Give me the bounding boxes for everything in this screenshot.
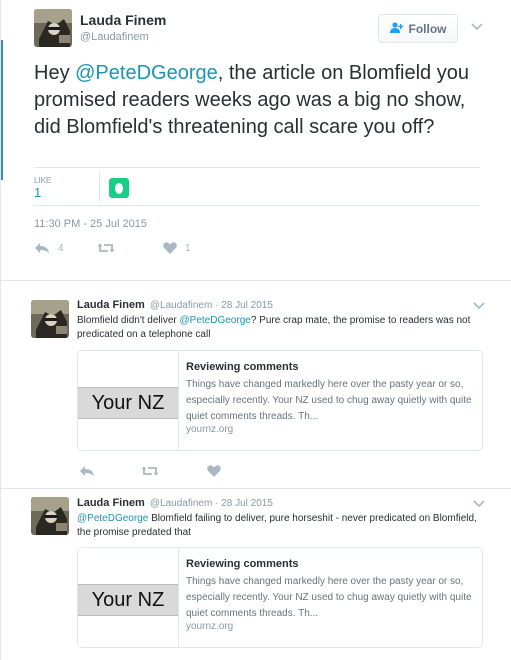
like-count: 1 [185, 242, 191, 254]
heart-icon [163, 242, 177, 254]
avatar[interactable] [34, 9, 72, 47]
tweet-actions: 4 1 [34, 242, 191, 254]
follow-label: Follow [408, 21, 447, 36]
reply-icon [34, 242, 50, 254]
card-title: Reviewing comments [186, 361, 299, 373]
chevron-down-icon[interactable] [473, 299, 485, 313]
reply-text-pre: Blomfield didn't deliver [77, 315, 180, 326]
mention-link[interactable]: @PeteDGeorge [75, 62, 218, 84]
reply-actions [79, 465, 221, 477]
tweet-thread: Lauda Finem @Laudafinem Follow Hey @Pete… [0, 0, 511, 660]
reply-text: @PeteDGeorge Blomfield failing to delive… [77, 512, 477, 540]
reply-meta: @Laudafinem · 28 Jul 2015 [149, 498, 273, 509]
reply-author-name: Lauda Finem [77, 497, 145, 509]
card-description: Things have changed markedly here over t… [186, 576, 472, 619]
follow-button[interactable]: Follow [378, 14, 458, 43]
liker-avatar[interactable] [109, 178, 129, 198]
main-tweet: Lauda Finem @Laudafinem Follow Hey @Pete… [1, 0, 511, 281]
chevron-down-icon[interactable] [473, 497, 485, 511]
reply-button[interactable]: 4 [34, 242, 97, 254]
card-image: Your NZ [78, 548, 179, 647]
card-image: Your NZ [78, 351, 179, 450]
retweet-button[interactable] [97, 242, 163, 254]
card-domain: yournz.org [186, 621, 234, 632]
avatar[interactable] [31, 497, 69, 535]
tweet-text-pre: Hey [34, 62, 76, 84]
retweet-button[interactable] [141, 465, 207, 477]
tweet-stats: LIKE 1 [34, 167, 480, 206]
reply-icon [79, 465, 95, 477]
card-description: Things have changed markedly here over t… [186, 379, 472, 422]
retweet-icon [97, 242, 115, 254]
reply-author-name: Lauda Finem [77, 299, 145, 311]
mention-link[interactable]: @PeteDGeorge [180, 315, 251, 326]
reply-text: Blomfield didn't deliver @PeteDGeorge? P… [77, 314, 477, 342]
link-card[interactable]: Your NZ Reviewing comments Things have c… [77, 350, 483, 451]
tweet-timestamp[interactable]: 11:30 PM - 25 Jul 2015 [34, 218, 147, 230]
tweet-text: Hey @PeteDGeorge, the article on Blomfie… [34, 60, 494, 141]
like-button[interactable]: 1 [163, 242, 191, 254]
like-stat-count[interactable]: 1 [34, 185, 41, 200]
reply-button[interactable] [79, 465, 141, 477]
like-stat-label: LIKE [34, 176, 52, 185]
add-user-icon [389, 21, 404, 36]
author-handle[interactable]: @Laudafinem [80, 31, 149, 43]
card-image-text: Your NZ [78, 387, 178, 419]
mention-link[interactable]: @PeteDGeorge [77, 513, 148, 524]
reply-tweet[interactable]: Lauda Finem @Laudafinem · 28 Jul 2015 @P… [1, 490, 511, 660]
avatar[interactable] [31, 300, 69, 338]
chevron-down-icon[interactable] [471, 20, 483, 34]
card-image-text: Your NZ [78, 584, 178, 616]
link-card[interactable]: Your NZ Reviewing comments Things have c… [77, 547, 483, 648]
reply-tweet[interactable]: Lauda Finem @Laudafinem · 28 Jul 2015 Bl… [1, 289, 511, 489]
reply-count: 4 [58, 242, 64, 254]
retweet-icon [141, 465, 159, 477]
stats-divider [99, 172, 100, 202]
card-domain: yournz.org [186, 424, 234, 435]
heart-icon [207, 465, 221, 477]
card-title: Reviewing comments [186, 558, 299, 570]
reply-author[interactable]: Lauda Finem @Laudafinem · 28 Jul 2015 [77, 299, 273, 311]
author-name[interactable]: Lauda Finem [80, 12, 166, 28]
reply-meta: @Laudafinem · 28 Jul 2015 [149, 300, 273, 311]
reply-author[interactable]: Lauda Finem @Laudafinem · 28 Jul 2015 [77, 497, 273, 509]
like-button[interactable] [207, 465, 221, 477]
